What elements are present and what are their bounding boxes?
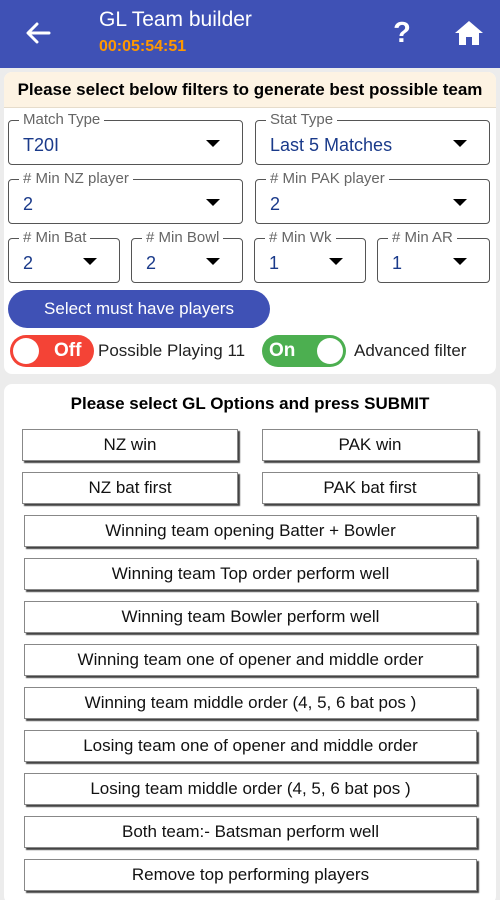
- min-pak-player-dropdown[interactable]: # Min PAK player 2: [255, 170, 490, 224]
- min-nz-player-dropdown[interactable]: # Min NZ player 2: [8, 170, 243, 224]
- option-button[interactable]: Winning team opening Batter + Bowler: [24, 515, 477, 547]
- option-button[interactable]: Losing team middle order (4, 5, 6 bat po…: [24, 773, 477, 805]
- min-ar-label: # Min AR: [388, 229, 457, 246]
- home-icon: [455, 21, 483, 45]
- toggle-knob: [13, 338, 39, 364]
- match-type-dropdown[interactable]: Match Type T20I: [8, 111, 243, 165]
- app-header: GL Team builder 00:05:54:51 ?: [0, 0, 500, 68]
- option-button[interactable]: Winning team one of opener and middle or…: [24, 644, 477, 676]
- option-button[interactable]: Both team:- Batsman perform well: [24, 816, 477, 848]
- stat-type-label: Stat Type: [266, 111, 338, 128]
- filters-card: Please select below filters to generate …: [4, 72, 496, 374]
- filters-heading: Please select below filters to generate …: [4, 72, 496, 108]
- min-bat-value: 2: [23, 253, 34, 273]
- chevron-down-icon: [329, 257, 343, 265]
- chevron-down-icon: [83, 257, 97, 265]
- option-button[interactable]: Losing team one of opener and middle ord…: [24, 730, 477, 762]
- gl-options-card: Please select GL Options and press SUBMI…: [4, 384, 496, 900]
- min-wk-value: 1: [269, 253, 280, 273]
- gl-options-heading: Please select GL Options and press SUBMI…: [70, 394, 430, 413]
- chevron-down-icon: [206, 257, 220, 265]
- min-bat-dropdown[interactable]: # Min Bat 2: [8, 229, 120, 283]
- min-nz-player-label: # Min NZ player: [19, 170, 133, 187]
- min-pak-player-value: 2: [270, 194, 281, 214]
- select-must-have-players-button[interactable]: Select must have players: [8, 290, 270, 328]
- chevron-down-icon: [453, 139, 467, 147]
- help-button[interactable]: ?: [384, 12, 420, 54]
- advanced-filter-label: Advanced filter: [354, 341, 467, 360]
- advanced-filter-toggle[interactable]: On: [262, 335, 346, 367]
- toggle-knob: [317, 338, 343, 364]
- pak-bat-first-button[interactable]: PAK bat first: [262, 472, 478, 504]
- min-wk-dropdown[interactable]: # Min Wk 1: [254, 229, 366, 283]
- min-nz-player-value: 2: [23, 194, 34, 214]
- stat-type-dropdown[interactable]: Stat Type Last 5 Matches: [255, 111, 490, 165]
- min-bowl-label: # Min Bowl: [142, 229, 224, 246]
- match-type-label: Match Type: [19, 111, 105, 128]
- match-type-value: T20I: [23, 135, 60, 155]
- option-button[interactable]: Winning team Top order perform well: [24, 558, 477, 590]
- back-button[interactable]: [18, 16, 58, 50]
- countdown-timer: 00:05:54:51: [99, 38, 187, 55]
- chevron-down-icon: [206, 139, 220, 147]
- possible-playing-toggle[interactable]: Off: [10, 335, 94, 367]
- min-bowl-value: 2: [146, 253, 157, 273]
- possible-playing-label: Possible Playing 11: [98, 341, 246, 360]
- option-button[interactable]: Winning team middle order (4, 5, 6 bat p…: [24, 687, 477, 719]
- chevron-down-icon: [453, 198, 467, 206]
- chevron-down-icon: [453, 257, 467, 265]
- stat-type-value: Last 5 Matches: [270, 135, 393, 155]
- possible-playing-state: Off: [54, 340, 82, 361]
- min-wk-label: # Min Wk: [265, 229, 336, 246]
- pak-win-button[interactable]: PAK win: [262, 429, 478, 461]
- home-button[interactable]: [450, 14, 488, 52]
- min-bowl-dropdown[interactable]: # Min Bowl 2: [131, 229, 243, 283]
- min-pak-player-label: # Min PAK player: [266, 170, 389, 187]
- option-button[interactable]: Winning team Bowler perform well: [24, 601, 477, 633]
- back-arrow-icon: [26, 22, 51, 44]
- min-ar-dropdown[interactable]: # Min AR 1: [377, 229, 490, 283]
- min-bat-label: # Min Bat: [19, 229, 91, 246]
- page-title: GL Team builder: [99, 8, 252, 31]
- nz-win-button[interactable]: NZ win: [22, 429, 238, 461]
- nz-bat-first-button[interactable]: NZ bat first: [22, 472, 238, 504]
- chevron-down-icon: [206, 198, 220, 206]
- option-button[interactable]: Remove top performing players: [24, 859, 477, 891]
- min-ar-value: 1: [392, 253, 403, 273]
- advanced-filter-state: On: [269, 340, 296, 361]
